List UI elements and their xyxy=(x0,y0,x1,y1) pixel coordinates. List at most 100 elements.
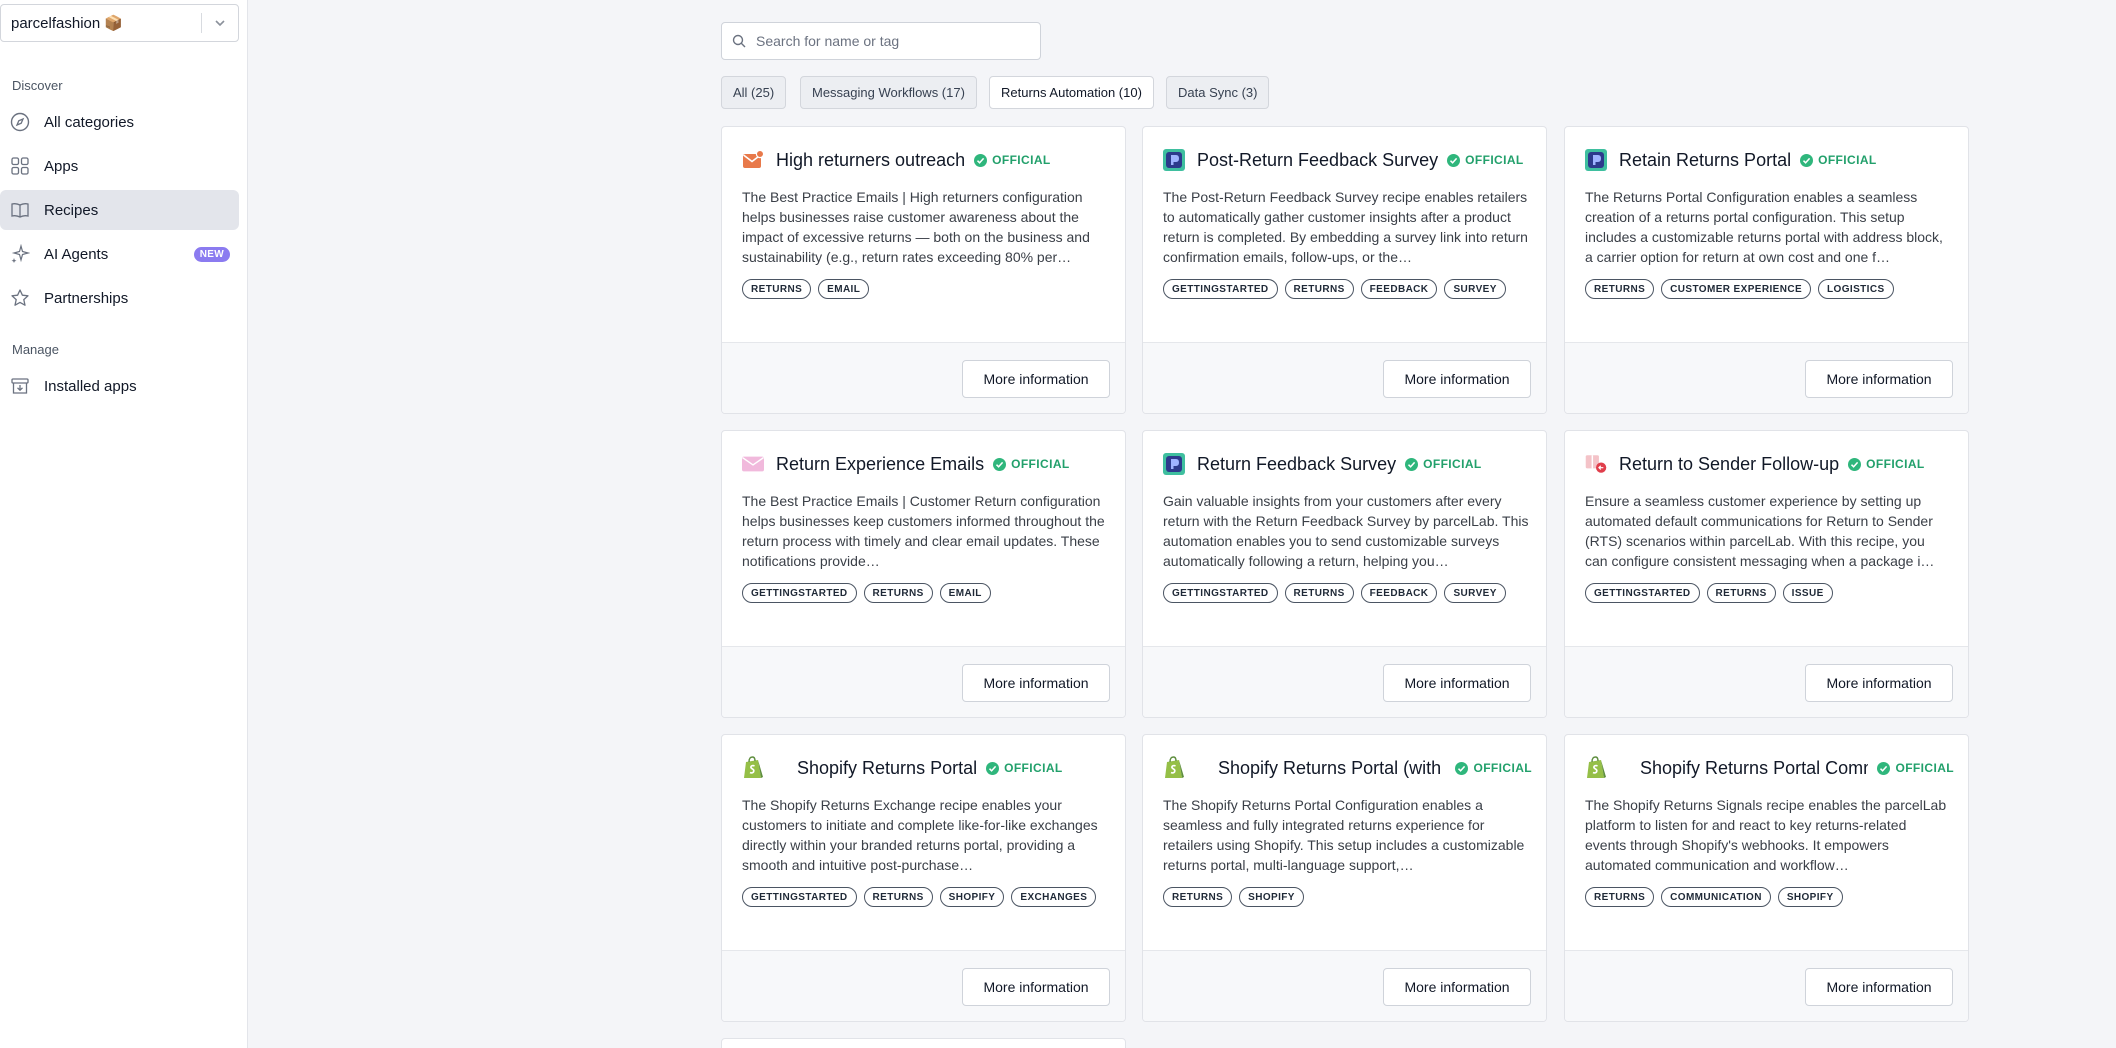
tag[interactable]: SURVEY xyxy=(1444,279,1506,299)
official-badge: OFFICIAL xyxy=(1848,457,1925,471)
check-circle-icon xyxy=(1848,457,1862,471)
parcellab-icon xyxy=(1163,453,1185,475)
sidebar-item-label: Recipes xyxy=(44,201,99,219)
card-title: Return Feedback Survey xyxy=(1197,453,1397,474)
tag-list: GETTINGSTARTED RETURNS FEEDBACK SURVEY xyxy=(1163,279,1506,299)
tag[interactable]: SHOPIFY xyxy=(1777,887,1843,907)
card-footer: More information xyxy=(1565,342,1968,413)
tab-returns-automation[interactable]: Returns Automation (10) xyxy=(989,76,1154,109)
card-title: Shopify Returns Portal Communication xyxy=(1640,757,1868,778)
check-circle-icon xyxy=(1800,153,1814,167)
check-circle-icon xyxy=(1405,457,1419,471)
tag[interactable]: SURVEY xyxy=(1444,583,1506,603)
tag[interactable]: RETURNS xyxy=(1585,279,1655,299)
sidebar-item-partnerships[interactable]: Partnerships xyxy=(0,278,239,318)
sidebar-item-apps[interactable]: Apps xyxy=(0,146,239,186)
card-title: Return to Sender Follow-up xyxy=(1619,453,1840,474)
tag[interactable]: RETURNS xyxy=(1585,887,1655,907)
tag[interactable]: SHOPIFY xyxy=(1239,887,1304,907)
official-badge: OFFICIAL xyxy=(974,153,1051,167)
official-badge: OFFICIAL xyxy=(993,457,1070,471)
official-label: OFFICIAL xyxy=(1423,457,1482,471)
tag[interactable]: RETURNS xyxy=(1706,583,1776,603)
tag-list: RETURNS COMMUNICATION SHOPIFY xyxy=(1585,887,1843,907)
sidebar-item-all-categories[interactable]: All categories xyxy=(0,102,239,142)
sparkle-icon xyxy=(10,244,30,264)
tag[interactable]: SHOPIFY xyxy=(939,887,1005,907)
sidebar-item-label: Apps xyxy=(44,157,79,175)
card-footer: More information xyxy=(1143,646,1546,717)
more-information-button[interactable]: More information xyxy=(1383,968,1531,1006)
official-badge: OFFICIAL xyxy=(1800,153,1877,167)
new-badge: NEW xyxy=(193,247,230,262)
more-information-button[interactable]: More information xyxy=(1383,360,1531,398)
more-information-button[interactable]: More information xyxy=(1805,968,1953,1006)
tag[interactable]: EXCHANGES xyxy=(1011,887,1097,907)
recipe-card-return-experience-emails: Return Experience Emails OFFICIAL The Best… xyxy=(721,430,1126,718)
return-package-icon xyxy=(1585,453,1607,475)
tag[interactable]: GETTINGSTARTED xyxy=(742,583,857,603)
official-label: OFFICIAL xyxy=(1818,153,1877,167)
section-label-manage: Manage xyxy=(12,342,59,357)
official-badge: OFFICIAL xyxy=(1455,761,1532,775)
tag-list: GETTINGSTARTED RETURNS SHOPIFY EXCHANGES xyxy=(742,887,1097,907)
card-footer: More information xyxy=(1143,342,1546,413)
more-information-button[interactable]: More information xyxy=(1383,664,1531,702)
tag[interactable]: EMAIL xyxy=(818,279,870,299)
grid-icon xyxy=(10,156,30,176)
card-description: The Shopify Returns Signals recipe enabl… xyxy=(1585,797,1947,873)
card-footer: More information xyxy=(722,342,1125,413)
search-box[interactable] xyxy=(721,22,1041,60)
tag[interactable]: RETURNS xyxy=(863,583,933,603)
shopify-icon xyxy=(1585,756,1607,779)
tag-list: RETURNS EMAIL xyxy=(742,279,870,299)
card-header: Shopify Returns Portal (with Exchange) OF… xyxy=(1163,755,1532,781)
sidebar-item-installed-apps[interactable]: Installed apps xyxy=(0,366,239,406)
tag[interactable]: RETURNS xyxy=(742,279,812,299)
section-label-discover: Discover xyxy=(12,78,63,93)
tag[interactable]: GETTINGSTARTED xyxy=(742,887,857,907)
sidebar-item-label: All categories xyxy=(44,113,135,131)
official-badge: OFFICIAL xyxy=(986,761,1063,775)
tag[interactable]: FEEDBACK xyxy=(1360,279,1438,299)
more-information-button[interactable]: More information xyxy=(962,360,1110,398)
sidebar-item-ai-agents[interactable]: AI Agents NEW xyxy=(0,234,239,274)
tag[interactable]: FEEDBACK xyxy=(1360,583,1438,603)
more-information-button[interactable]: More information xyxy=(962,968,1110,1006)
tag[interactable]: RETURNS xyxy=(863,887,933,907)
card-header: Shopify Returns Portal OFFICIAL xyxy=(742,755,1111,781)
more-information-button[interactable]: More information xyxy=(1805,360,1953,398)
official-label: OFFICIAL xyxy=(1473,761,1532,775)
chevron-down-icon[interactable] xyxy=(202,16,238,30)
card-description: The Shopify Returns Exchange recipe enab… xyxy=(742,797,1098,873)
org-selector[interactable]: parcelfashion 📦 xyxy=(0,4,239,42)
official-label: OFFICIAL xyxy=(1895,761,1954,775)
tab-data-sync[interactable]: Data Sync (3) xyxy=(1166,76,1270,109)
tag[interactable]: GETTINGSTARTED xyxy=(1163,279,1278,299)
card-title: Shopify Returns Portal (with Exchange) xyxy=(1218,757,1446,778)
search-input[interactable] xyxy=(756,33,1026,49)
tag[interactable]: RETURNS xyxy=(1284,279,1354,299)
tab-all[interactable]: All (25) xyxy=(721,76,787,109)
shopify-icon xyxy=(742,756,764,779)
tab-messaging-workflows[interactable]: Messaging Workflows (17) xyxy=(800,76,977,109)
tag[interactable]: EMAIL xyxy=(939,583,991,603)
more-information-button[interactable]: More information xyxy=(962,664,1110,702)
sidebar-item-recipes[interactable]: Recipes xyxy=(0,190,239,230)
check-circle-icon xyxy=(1447,153,1461,167)
card-header: Return Experience Emails OFFICIAL xyxy=(742,451,1111,477)
tag[interactable]: GETTINGSTARTED xyxy=(1163,583,1278,603)
tag[interactable]: GETTINGSTARTED xyxy=(1585,583,1700,603)
card-description: The Shopify Returns Portal Configuration… xyxy=(1163,797,1525,873)
parcellab-icon xyxy=(1163,149,1185,171)
card-title: High returners outreach xyxy=(776,149,966,170)
tag[interactable]: LOGISTICS xyxy=(1818,279,1894,299)
tag[interactable]: CUSTOMER EXPERIENCE xyxy=(1661,279,1812,299)
tag[interactable]: RETURNS xyxy=(1284,583,1354,603)
tag[interactable]: ISSUE xyxy=(1782,583,1833,603)
more-information-button[interactable]: More information xyxy=(1805,664,1953,702)
recipe-card-post-return-feedback-survey: Post-Return Feedback Survey OFFICIAL The P… xyxy=(1142,126,1547,414)
tag[interactable]: COMMUNICATION xyxy=(1661,887,1771,907)
tag[interactable]: RETURNS xyxy=(1163,887,1233,907)
card-footer: More information xyxy=(1143,950,1546,1021)
